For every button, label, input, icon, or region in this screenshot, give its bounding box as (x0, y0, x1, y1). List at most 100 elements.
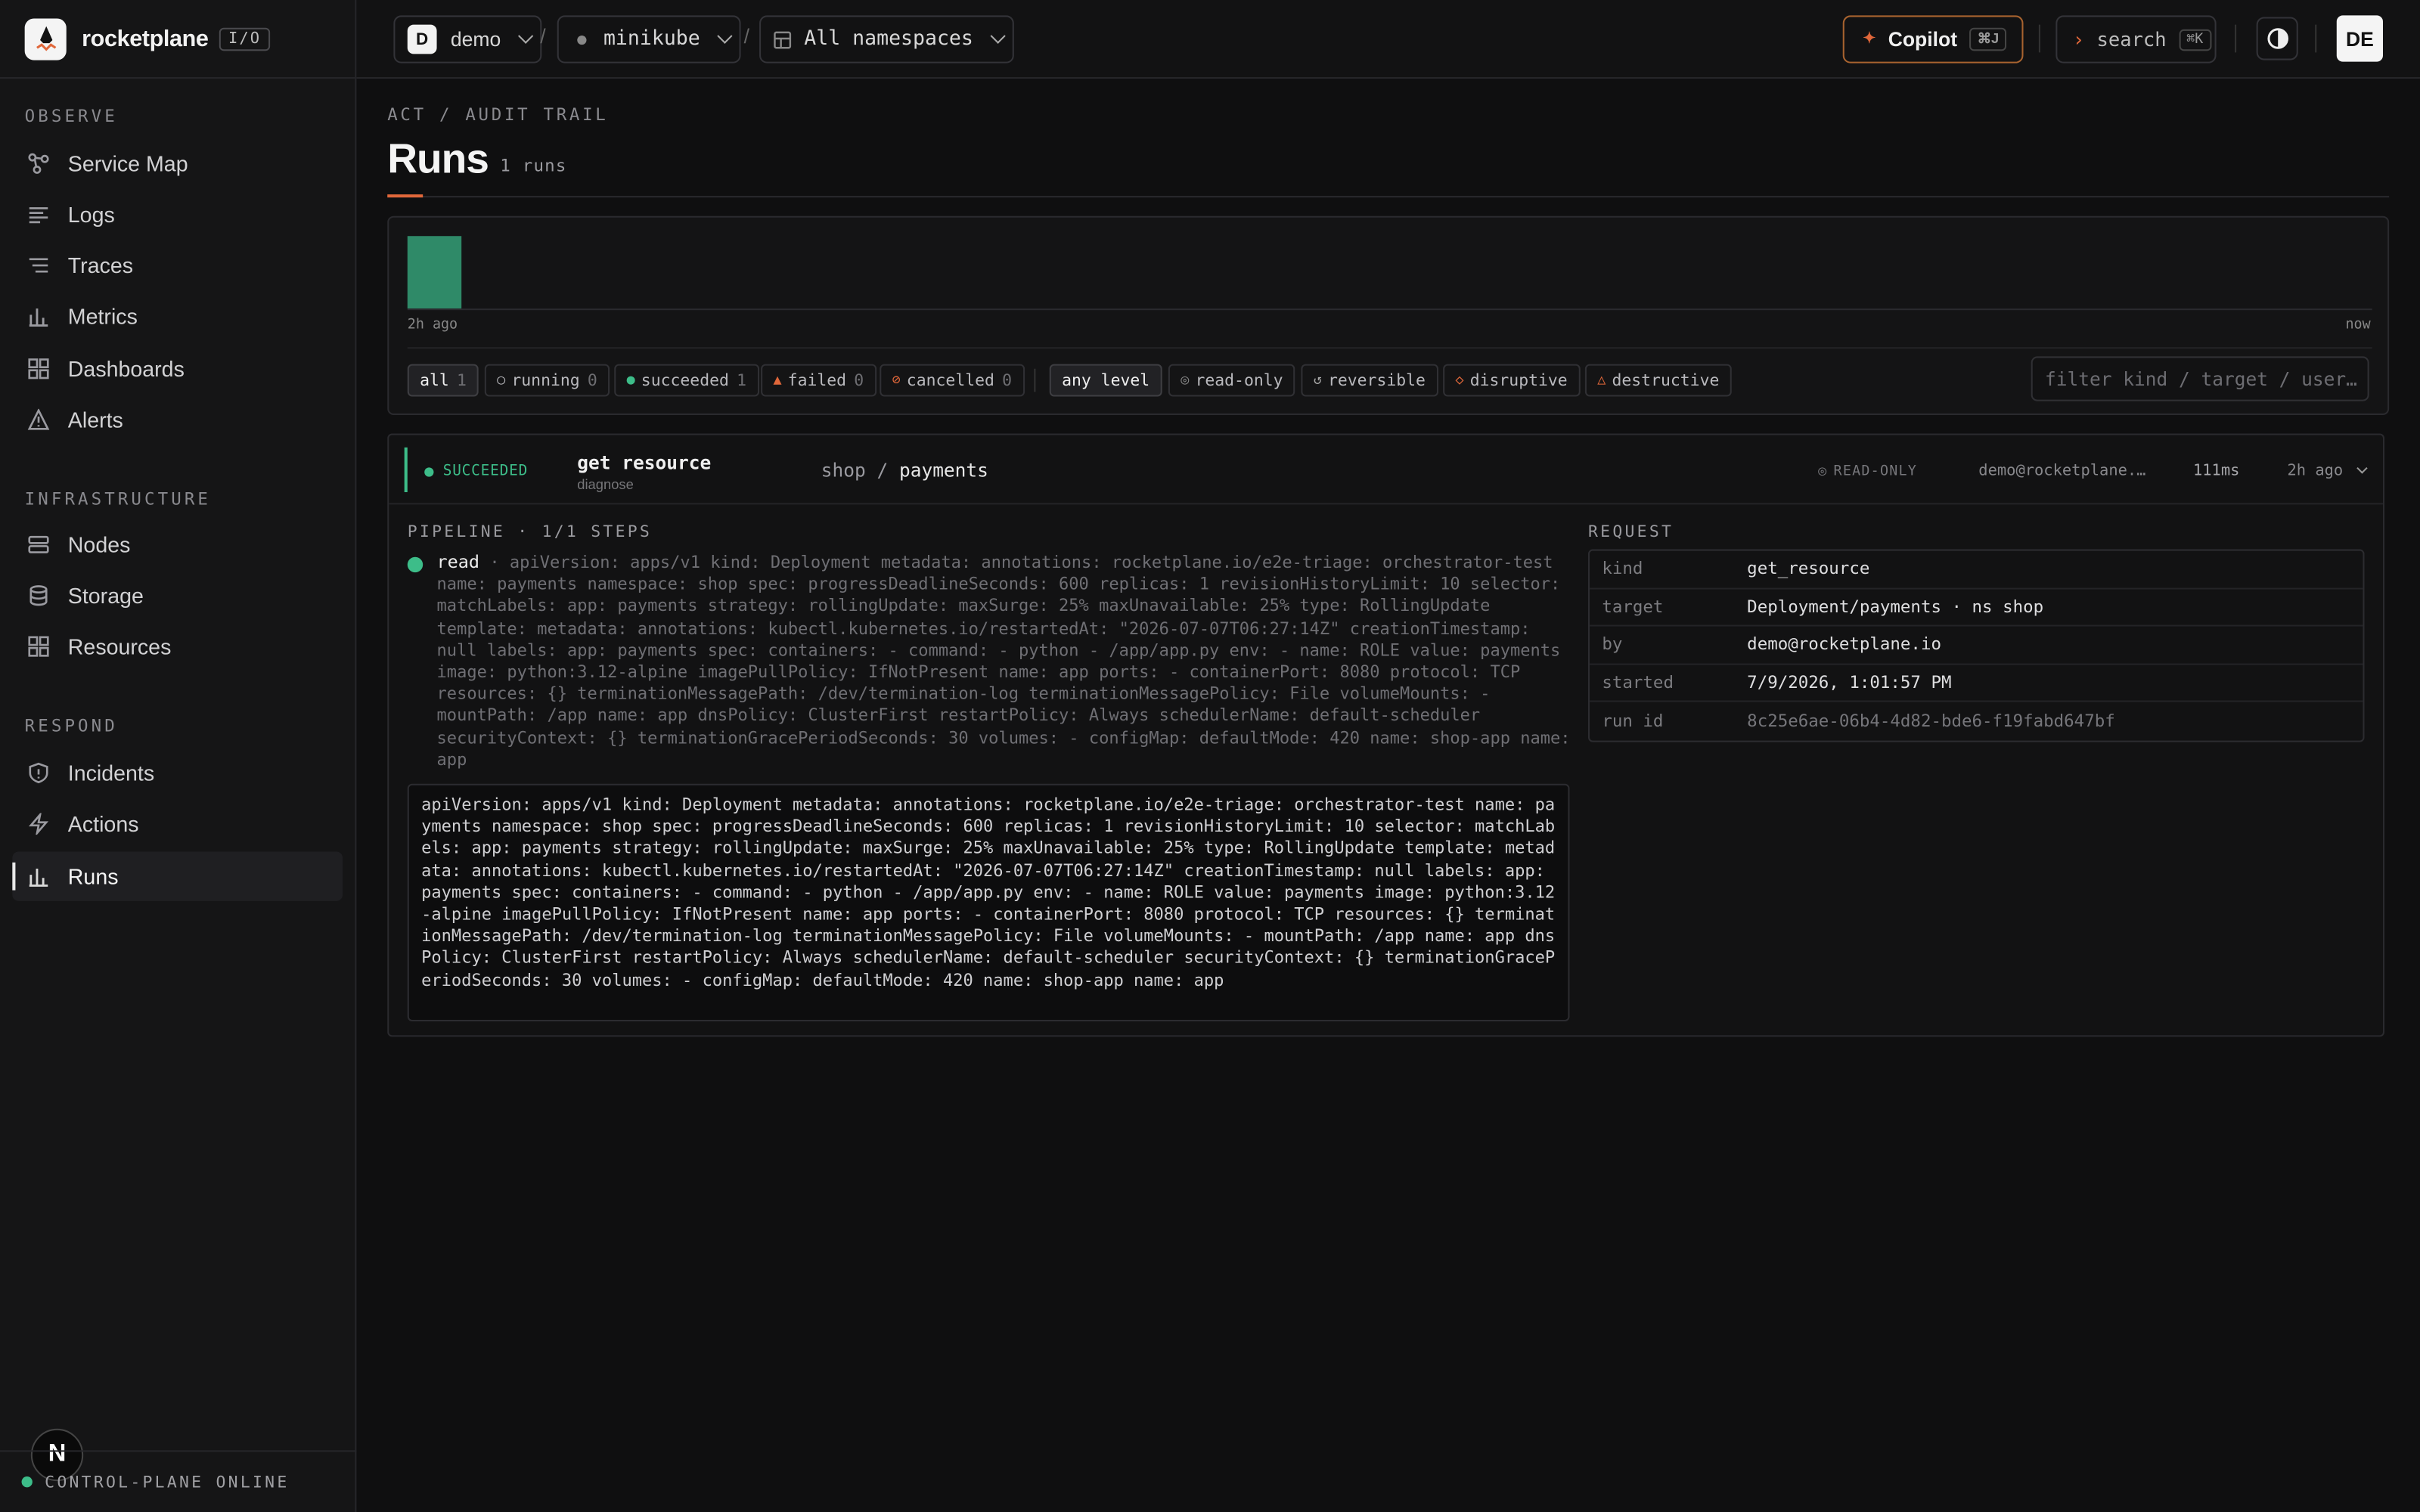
filter-input[interactable] (2031, 356, 2369, 401)
copilot-label: Copilot (1888, 27, 1958, 51)
sidebar-item-metrics[interactable]: Metrics (12, 292, 343, 341)
filter-status-failed[interactable]: ▲ failed 0 (761, 364, 876, 397)
run-time-ago: 2h ago (2287, 463, 2344, 480)
request-row: by demo@rocketplane.io (1590, 627, 2363, 665)
sidebar-item-incidents[interactable]: Incidents (12, 748, 343, 798)
read-only-icon: ◎ (1818, 464, 1828, 480)
step-output[interactable]: apiVersion: apps/v1 kind: Deployment met… (407, 783, 1570, 1022)
histogram-start-label: 2h ago (407, 318, 458, 333)
breadcrumb-separator: / (743, 24, 750, 48)
divider (2038, 24, 2040, 53)
filter-level-destructive[interactable]: △ destructive (1584, 364, 1732, 397)
runs-filter-panel: 2h ago now all 1 ○ running 0 ● succeeded 1 ▲ f… (387, 215, 2390, 415)
filter-divider (1034, 368, 1036, 392)
status-dot-icon (21, 1476, 33, 1488)
filter-status-cancelled[interactable]: ⊘ cancelled 0 (880, 364, 1025, 397)
chip-count: 0 (1002, 370, 1013, 390)
success-dot-icon (424, 466, 434, 476)
request-row: kind get_resource (1590, 551, 2363, 589)
nav-section-observe: OBSERVE (24, 106, 118, 127)
namespace-grid-icon (773, 30, 792, 48)
sidebar: rocketplane I/O OBSERVE Service Map Logs… (0, 0, 357, 1512)
sidebar-item-service-map[interactable]: Service Map (12, 139, 343, 188)
filter-level-disruptive[interactable]: ◇ disruptive (1443, 364, 1581, 397)
filter-level-reversible[interactable]: ↺ reversible (1301, 364, 1438, 397)
expand-chevron-icon[interactable] (2356, 463, 2368, 474)
brand[interactable]: rocketplane I/O (0, 0, 355, 79)
request-row: target Deployment/payments · ns shop (1590, 589, 2363, 627)
run-resource: payments (898, 460, 988, 482)
shield-icon (28, 762, 50, 784)
run-level-label: READ-ONLY (1833, 464, 1918, 480)
logs-icon (28, 203, 50, 225)
sparkle-icon: ✦ (1863, 30, 1876, 48)
user-avatar-button[interactable]: DE (2336, 15, 2383, 62)
bar-chart-icon (28, 866, 50, 888)
alert-icon (27, 408, 50, 431)
request-value: 8c25e6ae-06b4-4d82-bde6-f19fabd647bf (1747, 711, 2115, 731)
copilot-button[interactable]: ✦ Copilot ⌘J (1842, 15, 2024, 64)
sidebar-item-label: Nodes (67, 532, 131, 557)
request-value: Deployment/payments · ns shop (1747, 596, 2044, 617)
run-user: demo@rocketplane.… (1978, 463, 2146, 480)
bolt-icon (28, 813, 50, 835)
run-duration: 111ms (2192, 463, 2240, 480)
cluster-select[interactable]: minikube (557, 15, 740, 64)
workspace-avatar: D (407, 24, 437, 54)
histogram-bar[interactable] (407, 236, 462, 309)
chip-label: failed (787, 370, 847, 390)
sidebar-item-nodes[interactable]: Nodes (12, 520, 343, 569)
namespace-select[interactable]: All namespaces (759, 15, 1013, 64)
status-badge-label: SUCCEEDED (442, 463, 529, 480)
sidebar-item-alerts[interactable]: Alerts (12, 395, 343, 444)
filter-status-all[interactable]: all 1 (407, 364, 479, 397)
page-title: Runs (387, 135, 489, 182)
filter-status-running[interactable]: ○ running 0 (484, 364, 610, 397)
nodes-icon (28, 534, 50, 556)
sidebar-item-runs[interactable]: Runs (12, 851, 343, 901)
chip-count: 1 (737, 370, 747, 390)
sidebar-item-dashboards[interactable]: Dashboards (12, 344, 343, 393)
breadcrumb: ACT / AUDIT TRAIL (387, 104, 609, 125)
filter-level-read-only[interactable]: ◎ read-only (1168, 364, 1295, 397)
step-verb: read (436, 550, 480, 573)
rocket-logo-icon (24, 17, 67, 60)
filter-status-succeeded[interactable]: ● succeeded 1 (614, 364, 759, 397)
histogram-end-label: now (2345, 318, 2371, 333)
run-name: get resource (577, 451, 712, 474)
request-value: get_resource (1747, 559, 1870, 579)
run-category: diagnose (577, 476, 634, 493)
metrics-icon (28, 305, 50, 327)
sidebar-item-label: Resources (67, 634, 172, 659)
chip-label: disruptive (1469, 370, 1568, 390)
divider (2235, 24, 2237, 53)
chip-count: 0 (587, 370, 597, 390)
sidebar-item-traces[interactable]: Traces (12, 240, 343, 290)
read-only-icon: ◎ (1181, 372, 1190, 389)
workspace-select[interactable]: D demo (393, 15, 541, 64)
filter-level-any[interactable]: any level (1049, 364, 1162, 397)
request-table: kind get_resource target Deployment/paymen… (1587, 549, 2365, 742)
run-status-accent (404, 447, 408, 493)
sidebar-item-actions[interactable]: Actions (12, 799, 343, 848)
request-key: kind (1602, 559, 1643, 579)
success-dot-icon: ● (626, 372, 635, 389)
run-row[interactable]: SUCCEEDED get resource diagnose shop / p… (389, 435, 2383, 505)
sidebar-item-label: Service Map (67, 150, 188, 176)
circle-outline-icon: ○ (497, 372, 506, 389)
sidebar-item-logs[interactable]: Logs (12, 190, 343, 239)
search-label: search (2096, 27, 2167, 51)
run-namespace: shop (821, 460, 866, 482)
theme-toggle-button[interactable] (2256, 17, 2298, 60)
nav-section-respond: RESPOND (24, 715, 118, 736)
sidebar-item-resources[interactable]: Resources (12, 621, 343, 671)
sidebar-item-storage[interactable]: Storage (12, 571, 343, 620)
chip-label: any level (1062, 370, 1150, 390)
search-button[interactable]: › search ⌘K (2055, 15, 2217, 64)
chip-label: all (420, 370, 449, 390)
chip-count: 1 (457, 370, 467, 390)
contrast-icon (2266, 28, 2288, 49)
request-value: demo@rocketplane.io (1747, 634, 1942, 655)
disruptive-icon: ◇ (1455, 372, 1464, 389)
copilot-shortcut: ⌘J (1969, 27, 2007, 51)
